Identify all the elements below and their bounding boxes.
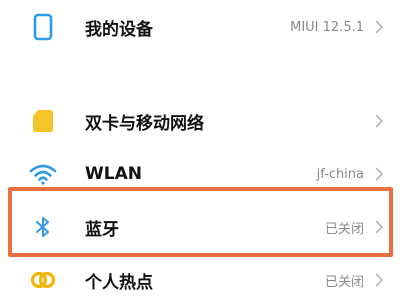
settings-item-my-device[interactable]: 我的设备 MIUI 12.5.1 xyxy=(0,8,400,46)
settings-item-label: 蓝牙 xyxy=(85,219,119,240)
bluetooth-icon xyxy=(27,211,59,243)
phone-outline-icon xyxy=(27,11,59,43)
hotspot-rings-icon xyxy=(27,264,59,296)
settings-item-value: jf-china xyxy=(316,166,364,182)
settings-item-label: 双卡与移动网络 xyxy=(85,113,204,134)
settings-item-label: WLAN xyxy=(85,164,142,184)
sim-card-icon xyxy=(27,105,59,137)
wifi-icon xyxy=(27,158,59,190)
settings-item-value: 已关闭 xyxy=(324,221,364,237)
settings-item-bluetooth[interactable]: 蓝牙 已关闭 xyxy=(0,208,400,246)
settings-item-dual-sim[interactable]: 双卡与移动网络 xyxy=(0,102,400,140)
chevron-right-icon xyxy=(372,112,386,130)
settings-item-hotspot[interactable]: 个人热点 已关闭 xyxy=(0,262,400,298)
settings-item-label: 个人热点 xyxy=(85,272,153,293)
settings-item-wlan[interactable]: WLAN jf-china xyxy=(0,155,400,193)
chevron-right-icon xyxy=(372,271,386,289)
chevron-right-icon xyxy=(372,165,386,183)
chevron-right-icon xyxy=(372,18,386,36)
settings-item-value: MIUI 12.5.1 xyxy=(290,19,364,35)
settings-item-value: 已关闭 xyxy=(324,274,364,290)
settings-item-label: 我的设备 xyxy=(85,19,153,40)
chevron-right-icon xyxy=(372,218,386,236)
